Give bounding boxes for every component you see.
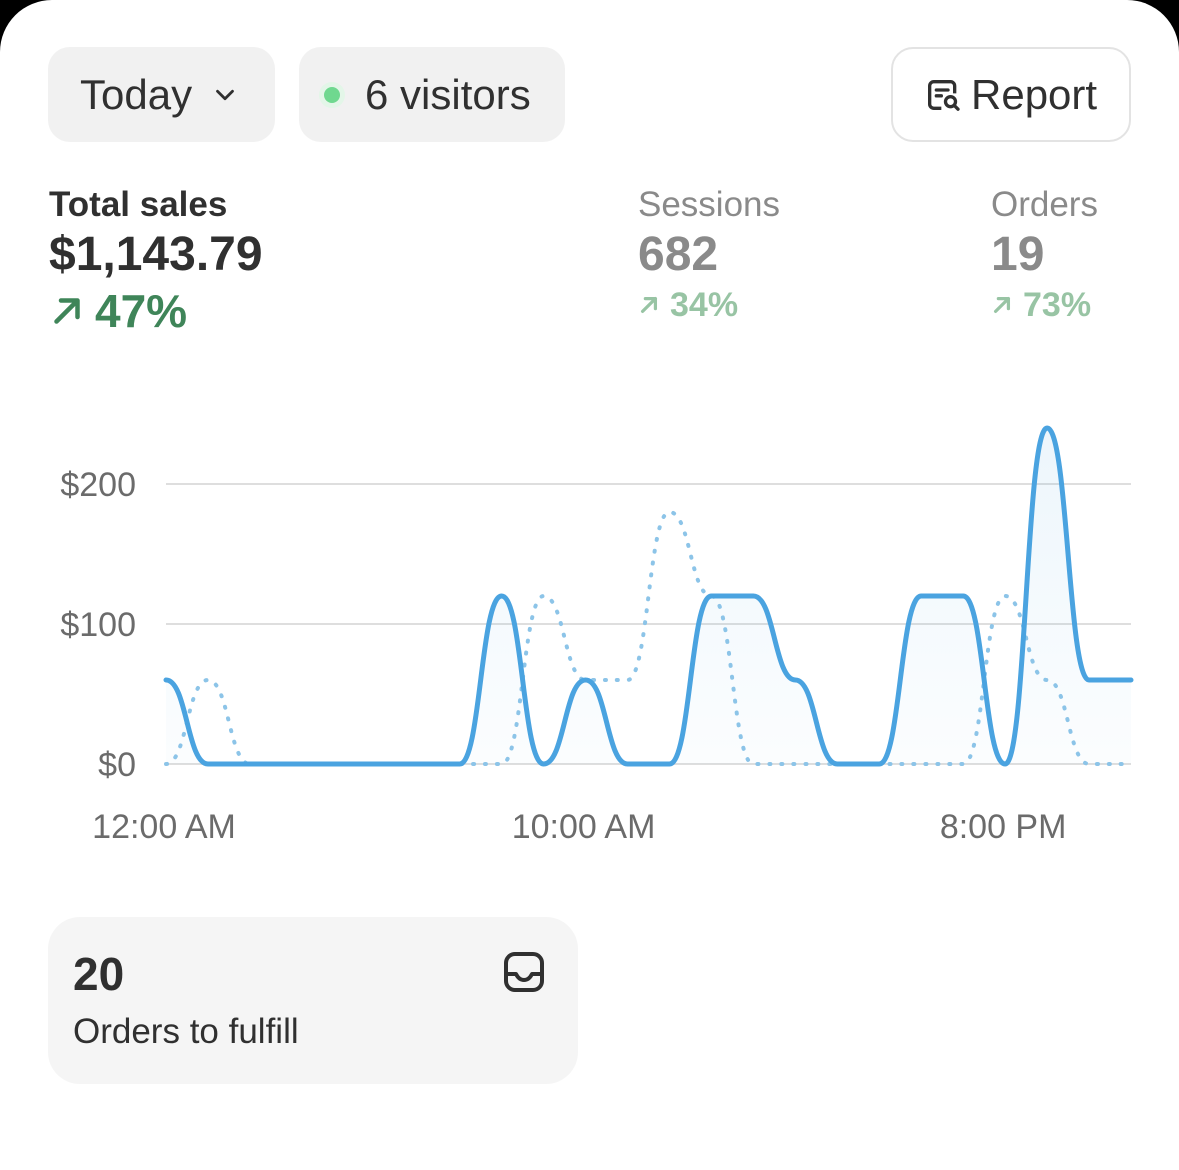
fulfill-label: Orders to fulfill [73,1012,299,1051]
sessions-value: 682 [638,228,719,281]
y-tick-label: $0 [98,746,136,784]
total-sales-delta: 47% [49,284,263,338]
orders-delta-value: 73% [1023,286,1092,324]
x-tick-label: 10:00 AM [512,808,656,846]
analytics-sheet: Today 6 visitors Report Total sales $1,1… [0,0,1179,1170]
total-sales-value: $1,143.79 [49,228,263,281]
y-tick-label: $100 [60,606,136,644]
sessions-label: Sessions [638,185,781,224]
orders-delta: 73% [991,284,1098,326]
live-status-icon [319,81,345,108]
orders-value: 19 [991,228,1045,281]
orders-to-fulfill-card[interactable]: 20 Orders to fulfill [48,917,578,1084]
date-range-button[interactable]: Today [48,47,275,142]
report-label: Report [971,70,1098,118]
fulfill-count: 20 [73,948,125,1000]
total-sales-delta-value: 47% [95,285,188,337]
y-tick-label: $200 [60,466,136,504]
date-range-label: Today [80,70,193,118]
sales-series-line [163,425,1134,767]
arrow-up-right-icon [993,296,1011,314]
orders-label: Orders [991,185,1098,224]
x-tick-label: 12:00 AM [92,808,236,846]
visitors-label: 6 visitors [365,70,531,118]
chevron-down-icon [216,89,234,100]
total-sales-metric[interactable]: Total sales $1,143.79 47% [49,184,263,338]
arrow-up-right-icon [640,296,658,314]
x-tick-label: 8:00 PM [940,808,1067,846]
inbox-icon [504,952,544,992]
report-search-icon [928,79,960,111]
sessions-metric[interactable]: Sessions 682 34% [638,184,780,326]
arrow-up-right-icon [54,298,80,324]
orders-metric[interactable]: Orders 19 73% [991,184,1098,326]
sessions-delta-value: 34% [670,286,739,324]
sessions-delta: 34% [638,284,780,326]
live-visitors-button[interactable]: 6 visitors [299,47,565,142]
total-sales-label: Total sales [49,185,228,224]
sales-chart[interactable]: $0 $100 $200 12:00 AM 10:00 AM 8:00 PM [0,400,1179,870]
report-button[interactable]: Report [891,47,1131,142]
